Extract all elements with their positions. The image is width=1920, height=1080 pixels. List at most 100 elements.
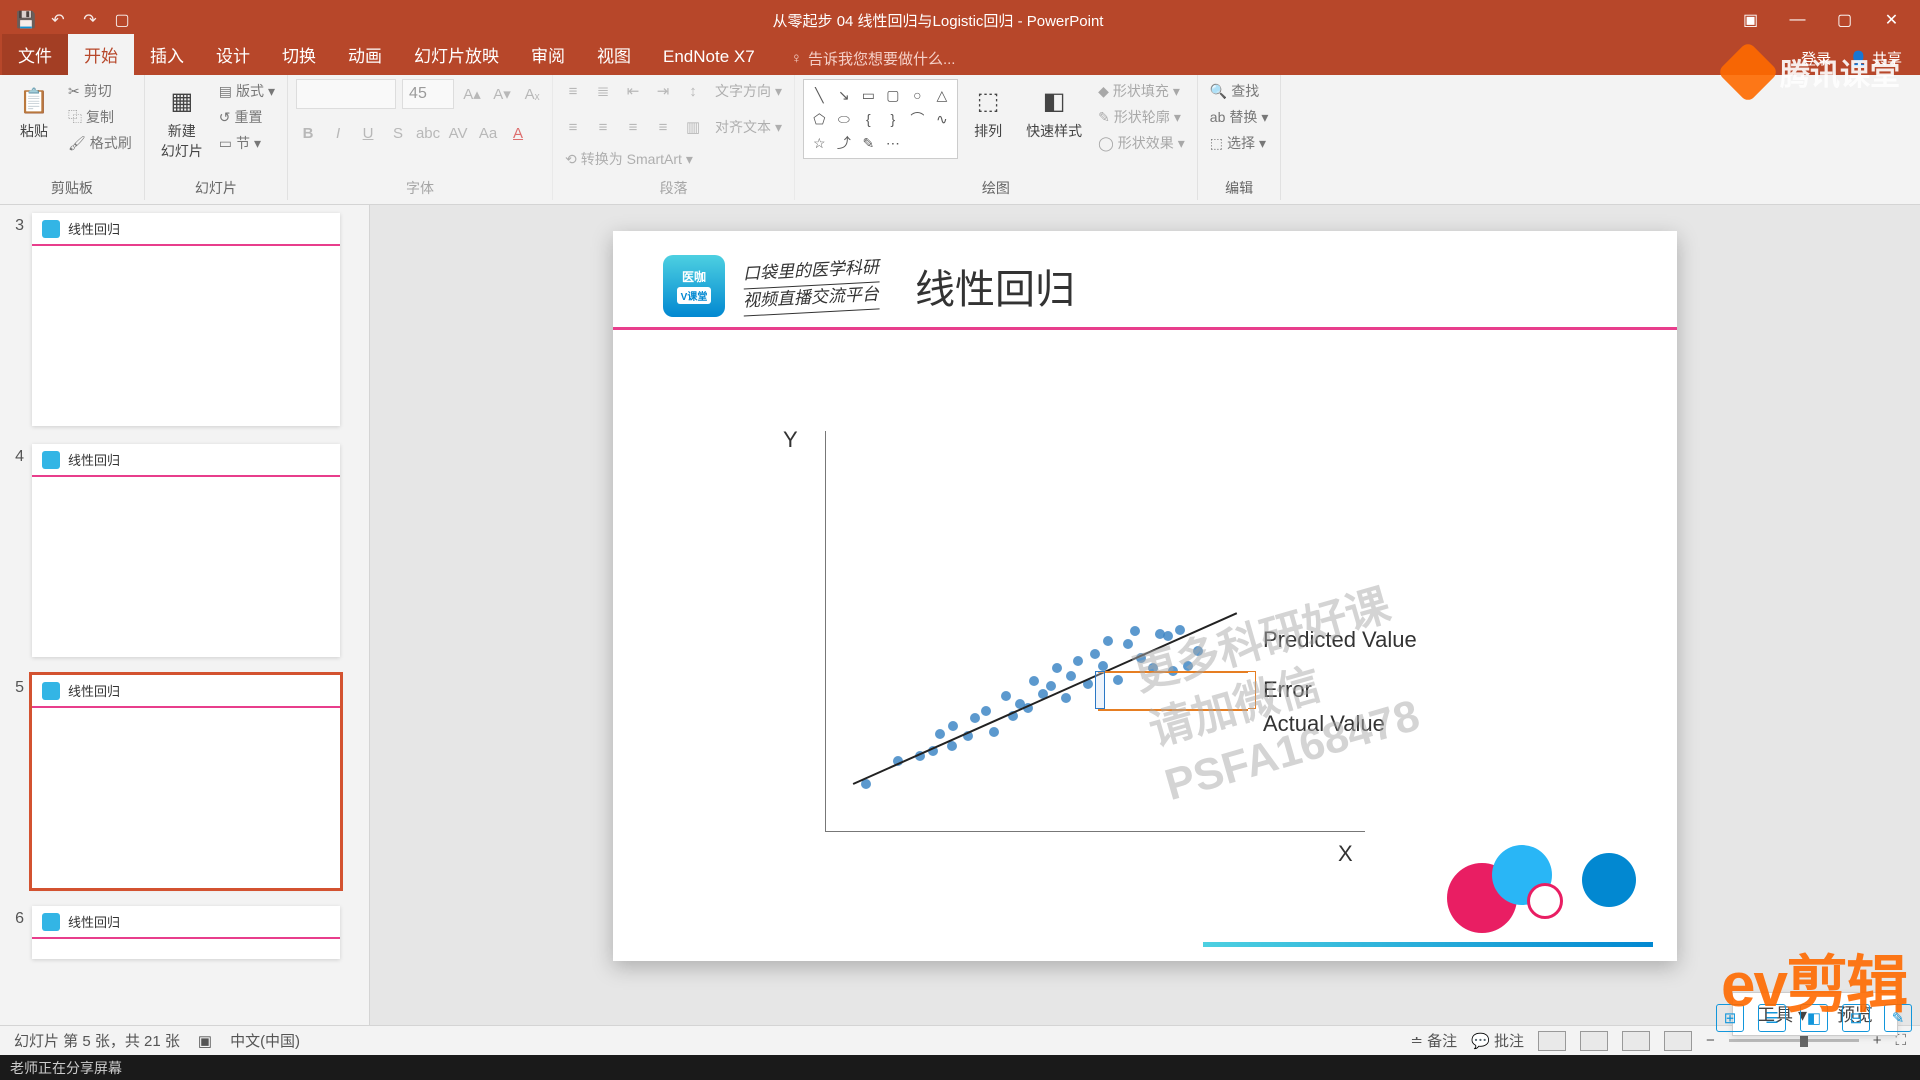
save-icon[interactable]: 💾 xyxy=(15,9,37,31)
shape-fill-button[interactable]: ◆形状填充▾ xyxy=(1094,79,1189,103)
paste-button[interactable]: 📋 粘贴 xyxy=(8,79,60,145)
shape-effects-button[interactable]: ◯形状效果▾ xyxy=(1094,131,1189,155)
shape-star-icon[interactable]: ☆ xyxy=(808,132,831,154)
select-button[interactable]: ⬚选择▾ xyxy=(1206,131,1273,155)
shadow-button[interactable]: abc xyxy=(416,121,440,145)
reset-button[interactable]: ↺重置 xyxy=(215,105,279,129)
tab-file[interactable]: 文件 xyxy=(2,34,68,75)
spellcheck-icon[interactable]: ▣ xyxy=(198,1032,212,1050)
increase-font-icon[interactable]: A▴ xyxy=(460,82,484,106)
shape-poly-icon[interactable]: ⬠ xyxy=(808,108,831,130)
thumbnail-5[interactable]: 线性回归 xyxy=(32,675,340,888)
layout-button[interactable]: ▤版式▾ xyxy=(215,79,279,103)
copy-button[interactable]: ⿻复制 xyxy=(64,105,136,129)
thumbnail-3[interactable]: 线性回归 xyxy=(32,213,340,426)
shape-tri-icon[interactable]: △ xyxy=(931,84,954,106)
bold-button[interactable]: B xyxy=(296,121,320,145)
font-size-input[interactable] xyxy=(402,79,454,109)
thumbnail-panel[interactable]: 3 线性回归 4 线性回归 5 线性回归 xyxy=(0,205,370,1025)
spacing-button[interactable]: AV xyxy=(446,121,470,145)
cut-button[interactable]: ✂剪切 xyxy=(64,79,136,103)
group-label-paragraph: 段落 xyxy=(561,176,786,200)
change-case-button[interactable]: Aa xyxy=(476,121,500,145)
shape-free-icon[interactable]: ✎ xyxy=(857,132,880,154)
font-color-button[interactable]: A xyxy=(506,121,530,145)
scatter-point xyxy=(1183,661,1193,671)
line-spacing-icon[interactable]: ↕ xyxy=(681,79,705,103)
indent-more-icon[interactable]: ⇥ xyxy=(651,79,675,103)
ribbon-options-icon[interactable]: ▣ xyxy=(1728,0,1773,40)
font-name-input[interactable] xyxy=(296,79,396,109)
quick-styles-button[interactable]: ◧ 快速样式 xyxy=(1018,79,1090,145)
shape-arc-icon[interactable]: ⌒ xyxy=(906,108,929,130)
decrease-font-icon[interactable]: A▾ xyxy=(490,82,514,106)
comments-button[interactable]: 💬 批注 xyxy=(1471,1030,1524,1051)
zoom-out-icon[interactable]: − xyxy=(1706,1032,1715,1049)
tab-slideshow[interactable]: 幻灯片放映 xyxy=(398,34,515,75)
sorter-view-icon[interactable] xyxy=(1580,1031,1608,1051)
shape-rect-icon[interactable]: ▭ xyxy=(857,84,880,106)
underline-button[interactable]: U xyxy=(356,121,380,145)
shape-brace-icon[interactable]: { xyxy=(857,108,880,130)
tab-view[interactable]: 视图 xyxy=(581,34,647,75)
thumbnail-4[interactable]: 线性回归 xyxy=(32,444,340,657)
shape-ell-icon[interactable]: ⬭ xyxy=(833,108,856,130)
indent-less-icon[interactable]: ⇤ xyxy=(621,79,645,103)
minimize-button[interactable]: ― xyxy=(1775,0,1820,40)
find-button[interactable]: 🔍查找 xyxy=(1206,79,1273,103)
align-text-button[interactable]: 对齐文本▾ xyxy=(711,115,786,139)
shape-oval-icon[interactable]: ○ xyxy=(906,84,929,106)
slideshow-view-icon[interactable] xyxy=(1664,1031,1692,1051)
tab-insert[interactable]: 插入 xyxy=(134,34,200,75)
new-slide-button[interactable]: ▦ 新建 幻灯片 xyxy=(153,79,211,165)
shape-more-icon[interactable]: ⋯ xyxy=(882,132,905,154)
slide-canvas[interactable]: 医咖 V课堂 口袋里的医学科研 视频直播交流平台 线性回归 Y X xyxy=(613,231,1677,961)
replace-button[interactable]: ab替换▾ xyxy=(1206,105,1273,129)
tab-animations[interactable]: 动画 xyxy=(332,34,398,75)
redo-icon[interactable]: ↷ xyxy=(79,9,101,31)
thumbnail-6[interactable]: 线性回归 xyxy=(32,906,340,959)
shape-rect2-icon[interactable]: ▢ xyxy=(882,84,905,106)
normal-view-icon[interactable] xyxy=(1538,1031,1566,1051)
smartart-button[interactable]: ⟲转换为 SmartArt▾ xyxy=(561,147,697,171)
shape-line-icon[interactable]: ╲ xyxy=(808,84,831,106)
tab-design[interactable]: 设计 xyxy=(200,34,266,75)
undo-icon[interactable]: ↶ xyxy=(47,9,69,31)
maximize-button[interactable]: ▢ xyxy=(1822,0,1867,40)
close-button[interactable]: ✕ xyxy=(1869,0,1914,40)
tab-endnote[interactable]: EndNote X7 xyxy=(647,39,771,75)
slide-editor[interactable]: 医咖 V课堂 口袋里的医学科研 视频直播交流平台 线性回归 Y X xyxy=(370,205,1920,1025)
italic-button[interactable]: I xyxy=(326,121,350,145)
zoom-slider[interactable] xyxy=(1729,1039,1859,1042)
strike-button[interactable]: S xyxy=(386,121,410,145)
columns-icon[interactable]: ▥ xyxy=(681,115,705,139)
clear-format-icon[interactable]: Aₓ xyxy=(520,82,544,106)
arrange-button[interactable]: ⬚ 排列 xyxy=(962,79,1014,145)
shape-outline-button[interactable]: ✎形状轮廓▾ xyxy=(1094,105,1189,129)
tab-home[interactable]: 开始 xyxy=(68,34,134,75)
shape-arrow-icon[interactable]: ↘ xyxy=(833,84,856,106)
align-right-icon[interactable]: ≡ xyxy=(621,115,645,139)
format-painter-button[interactable]: 🖌格式刷 xyxy=(64,131,136,155)
replace-icon: ab xyxy=(1210,109,1226,125)
numbering-icon[interactable]: ≣ xyxy=(591,79,615,103)
shape-curve-icon[interactable]: ∿ xyxy=(931,108,954,130)
shape-brace2-icon[interactable]: } xyxy=(882,108,905,130)
slideshow-icon[interactable]: ▢ xyxy=(111,9,133,31)
align-center-icon[interactable]: ≡ xyxy=(591,115,615,139)
group-label-editing: 编辑 xyxy=(1206,176,1273,200)
section-button[interactable]: ▭节▾ xyxy=(215,131,279,155)
shapes-gallery[interactable]: ╲ ↘ ▭ ▢ ○ △ ⬠ ⬭ { } ⌒ ∿ ☆ ⤴ ✎ ⋯ xyxy=(803,79,958,159)
text-direction-button[interactable]: 文字方向▾ xyxy=(711,79,786,103)
bullets-icon[interactable]: ≡ xyxy=(561,79,585,103)
shape-conn-icon[interactable]: ⤴ xyxy=(833,132,856,154)
tell-me-search[interactable]: ♀ 告诉我您想要做什么... xyxy=(791,48,956,75)
tab-review[interactable]: 审阅 xyxy=(515,34,581,75)
notes-button[interactable]: ≐ 备注 xyxy=(1410,1030,1457,1051)
reading-view-icon[interactable] xyxy=(1622,1031,1650,1051)
align-left-icon[interactable]: ≡ xyxy=(561,115,585,139)
tab-transitions[interactable]: 切换 xyxy=(266,34,332,75)
language-indicator[interactable]: 中文(中国) xyxy=(230,1030,300,1051)
justify-icon[interactable]: ≡ xyxy=(651,115,675,139)
selected-error-box[interactable] xyxy=(1095,671,1105,709)
